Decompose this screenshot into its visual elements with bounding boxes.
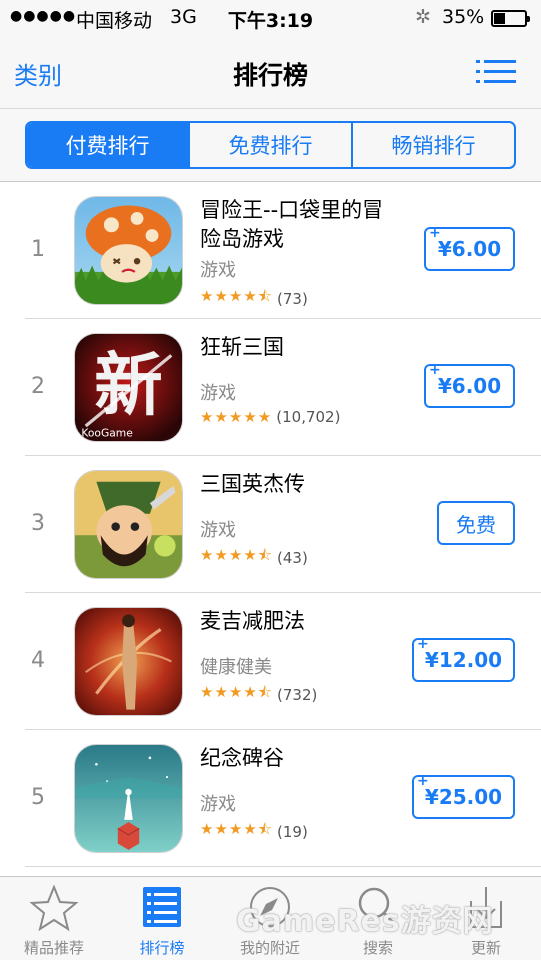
tab-label: 我的附近: [239, 939, 300, 957]
price-label: ¥25.00: [424, 785, 503, 809]
buy-button[interactable]: + ¥12.00: [412, 636, 515, 682]
tab-featured[interactable]: 精品推荐: [0, 877, 108, 960]
rank-number: 2: [31, 374, 45, 399]
app-category: 游戏: [200, 520, 236, 541]
tab-label: 更新: [470, 939, 501, 957]
app-row[interactable]: 2 新 KooGame 狂斩三国 游戏 ★★★★★ (10,702) + ¥6.…: [0, 319, 541, 456]
app-row[interactable]: 3 三国英杰传 游戏 ★★★★⯪ (43) 免费: [0, 456, 541, 593]
battery-percent: 35%: [442, 6, 485, 28]
tab-bar: 精品推荐 排行榜 我的附近 搜索 更新: [0, 876, 541, 960]
app-name[interactable]: 冒险王--口袋里的冒险岛游戏: [200, 196, 400, 254]
tab-updates[interactable]: 更新: [432, 877, 540, 960]
rating-count: (73): [277, 289, 308, 308]
app-name[interactable]: 麦吉减肥法: [200, 607, 400, 636]
rating-stars-icon: ★★★★⯪: [200, 546, 273, 564]
rating-stars-icon: ★★★★⯪: [200, 683, 273, 701]
app-rating: ★★★★⯪ (732): [200, 682, 317, 707]
rank-number: 5: [31, 785, 45, 810]
rating-stars-icon: ★★★★★: [200, 408, 273, 426]
ranking-list-icon: [143, 887, 181, 927]
app-category: 健康健美: [200, 657, 272, 678]
app-name[interactable]: 纪念碑谷: [200, 744, 400, 773]
universal-plus-icon: +: [429, 225, 441, 241]
universal-plus-icon: +: [417, 636, 429, 652]
list-icon[interactable]: [476, 58, 516, 86]
rank-number: 4: [31, 648, 45, 673]
app-category: 游戏: [200, 383, 236, 404]
battery-icon: [491, 10, 530, 27]
monument-valley-icon[interactable]: [74, 744, 183, 853]
app-rating: ★★★★⯪ (43): [200, 545, 308, 570]
tab-search[interactable]: 搜索: [324, 877, 432, 960]
universal-plus-icon: +: [429, 362, 441, 378]
fitness-app-icon[interactable]: [74, 607, 183, 716]
price-label: ¥6.00: [437, 237, 502, 261]
app-name[interactable]: 三国英杰传: [200, 470, 400, 499]
tab-label: 排行榜: [139, 939, 185, 957]
app-row[interactable]: 4 麦吉减肥法 健康健美 ★★★★⯪ (732) + ¥12.00: [0, 593, 541, 730]
rating-count: (732): [277, 685, 318, 704]
rank-number: 1: [31, 237, 45, 262]
kuangzhan-game-icon[interactable]: 新 KooGame: [74, 333, 183, 442]
price-label: 免费: [456, 512, 496, 537]
price-label: ¥12.00: [424, 648, 503, 672]
universal-plus-icon: +: [417, 773, 429, 789]
get-free-button[interactable]: 免费: [437, 501, 515, 545]
activity-spinner-icon: ✲: [415, 6, 431, 28]
app-row[interactable]: 1 冒险王--口袋里的冒险岛游戏 游戏 ★★★★⯪ (73) + ¥6.00: [0, 182, 541, 319]
page-title: 排行榜: [232, 61, 308, 90]
rating-count: (43): [277, 548, 308, 567]
status-bar: ●●●●● 中国移动 3G 下午3:19 ✲ 35%: [0, 0, 541, 36]
segment-free[interactable]: 免费排行: [190, 123, 353, 167]
app-category: 游戏: [200, 794, 236, 815]
koogame-logo-text: KooGame: [81, 427, 132, 440]
mushroom-game-icon[interactable]: [74, 196, 183, 305]
app-rating: ★★★★★ (10,702): [200, 408, 340, 426]
rating-stars-icon: ★★★★⯪: [200, 820, 273, 838]
tab-near-me[interactable]: 我的附近: [216, 877, 324, 960]
row-divider: [25, 866, 541, 867]
tab-label: 搜索: [362, 939, 393, 957]
buy-button[interactable]: + ¥6.00: [424, 225, 515, 271]
ranking-segmented-control: 付费排行 免费排行 畅销排行: [25, 121, 516, 169]
rating-count: (10,702): [276, 408, 341, 426]
app-rating: ★★★★⯪ (73): [200, 286, 308, 311]
navigation-bar: 类别 排行榜: [0, 36, 541, 108]
segment-paid[interactable]: 付费排行: [27, 123, 190, 167]
app-category: 游戏: [200, 260, 236, 281]
rating-count: (19): [277, 822, 308, 841]
update-icon: [470, 887, 502, 928]
warrior-game-icon[interactable]: [74, 470, 183, 579]
search-icon: [358, 887, 399, 929]
segment-bar: 付费排行 免费排行 畅销排行: [0, 108, 541, 182]
segment-top-grossing[interactable]: 畅销排行: [353, 123, 514, 167]
buy-button[interactable]: + ¥25.00: [412, 773, 515, 819]
star-icon: [29, 885, 79, 931]
tab-top-charts[interactable]: 排行榜: [108, 877, 216, 960]
buy-button[interactable]: + ¥6.00: [424, 362, 515, 408]
svg-text:新: 新: [94, 346, 162, 426]
app-name[interactable]: 狂斩三国: [200, 333, 400, 362]
rating-stars-icon: ★★★★⯪: [200, 287, 273, 305]
price-label: ¥6.00: [437, 374, 502, 398]
tab-label: 精品推荐: [23, 939, 84, 957]
rank-number: 3: [31, 511, 45, 536]
app-ranking-list: 1 冒险王--口袋里的冒险岛游戏 游戏 ★★★★⯪ (73) + ¥6.00 2…: [0, 182, 541, 867]
app-rating: ★★★★⯪ (19): [200, 819, 308, 844]
app-row[interactable]: 5 纪念碑谷 游戏 ★★★★⯪ (19) + ¥25.00: [0, 730, 541, 867]
compass-icon: [250, 887, 290, 927]
